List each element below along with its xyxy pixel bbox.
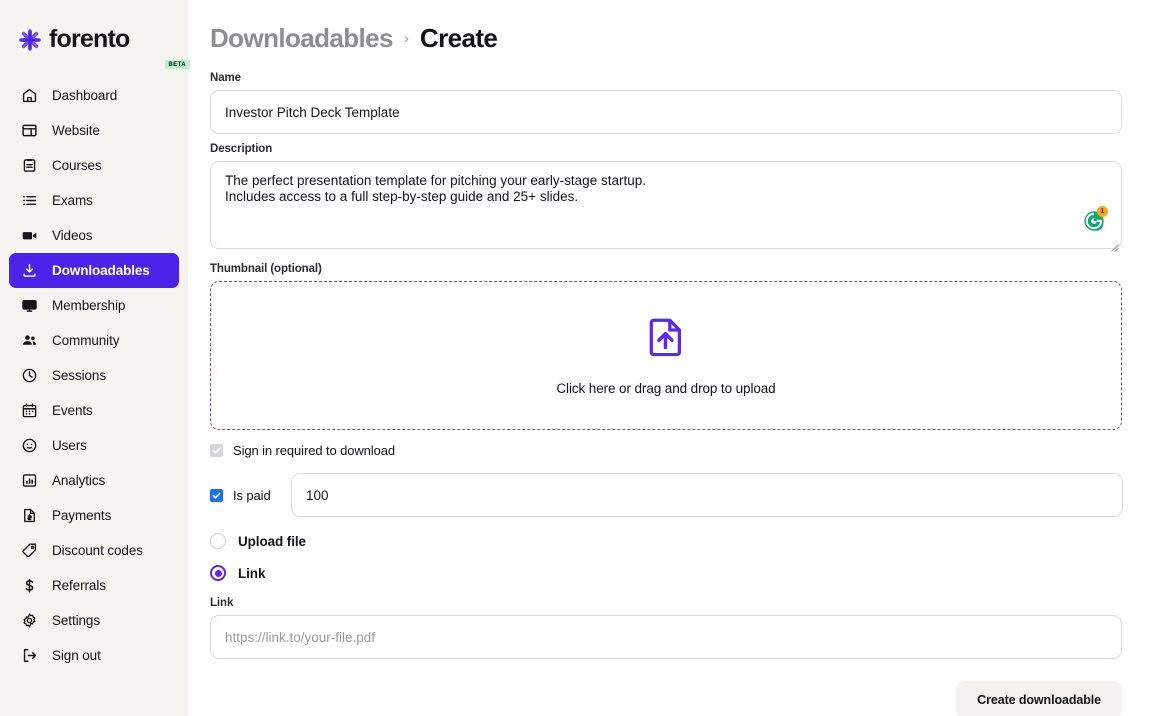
- link-label: Link: [210, 597, 1123, 609]
- sidebar-item-courses[interactable]: Courses: [9, 148, 179, 183]
- brand-logo[interactable]: forento BETA: [0, 0, 188, 60]
- sidebar-item-label: Events: [52, 403, 93, 418]
- sidebar-item-sign-out[interactable]: Sign out: [9, 638, 179, 673]
- sidebar-item-website[interactable]: Website: [9, 113, 179, 148]
- invoice-icon: [20, 506, 39, 525]
- breadcrumb-parent-link[interactable]: Downloadables: [210, 23, 393, 54]
- sidebar-item-users[interactable]: Users: [9, 428, 179, 463]
- brand-name: forento: [49, 27, 130, 52]
- sidebar-item-membership[interactable]: Membership: [9, 288, 179, 323]
- sidebar-item-referrals[interactable]: Referrals: [9, 568, 179, 603]
- link-field-group: Link: [210, 597, 1123, 659]
- description-field-group: Description 1: [210, 143, 1123, 254]
- sidebar-item-label: Payments: [52, 508, 111, 523]
- card-icon: [20, 296, 39, 315]
- sidebar-item-dashboard[interactable]: Dashboard: [9, 78, 179, 113]
- sidebar-item-label: Sessions: [52, 368, 106, 383]
- sidebar-item-label: Analytics: [52, 473, 105, 488]
- sidebar-item-label: Courses: [52, 158, 102, 173]
- link-input[interactable]: [210, 615, 1122, 659]
- user-face-icon: [20, 436, 39, 455]
- form-actions: Create downloadable: [210, 681, 1122, 716]
- sidebar-item-label: Sign out: [52, 648, 101, 663]
- sidebar-item-events[interactable]: Events: [9, 393, 179, 428]
- dropzone-text: Click here or drag and drop to upload: [556, 381, 775, 396]
- dollar-icon: [20, 576, 39, 595]
- description-wrapper: 1: [210, 161, 1122, 254]
- sidebar-item-label: Membership: [52, 298, 125, 313]
- sign-in-required-checkbox: [210, 444, 223, 457]
- sidebar-item-community[interactable]: Community: [9, 323, 179, 358]
- sidebar-item-label: Website: [52, 123, 100, 138]
- layout-icon: [20, 121, 39, 140]
- radio-upload-file[interactable]: [210, 533, 226, 549]
- sidebar-item-label: Downloadables: [52, 263, 150, 278]
- sidebar-item-label: Community: [52, 333, 119, 348]
- sidebar-item-label: Dashboard: [52, 88, 117, 103]
- thumbnail-label: Thumbnail (optional): [210, 263, 1123, 275]
- home-icon: [20, 86, 39, 105]
- video-camera-icon: [20, 226, 39, 245]
- sidebar: forento BETA Dashboard: [0, 0, 188, 716]
- price-input[interactable]: [291, 473, 1123, 517]
- sidebar-item-label: Referrals: [52, 578, 106, 593]
- app-root: forento BETA Dashboard: [0, 0, 1158, 716]
- bar-chart-icon: [20, 471, 39, 490]
- name-input[interactable]: [210, 90, 1122, 134]
- name-field-group: Name: [210, 72, 1123, 134]
- clock-icon: [20, 366, 39, 385]
- sidebar-item-sessions[interactable]: Sessions: [9, 358, 179, 393]
- beta-badge: BETA: [165, 60, 191, 69]
- create-downloadable-button[interactable]: Create downloadable: [956, 681, 1122, 716]
- sidebar-nav: Dashboard Website: [0, 78, 188, 673]
- is-paid-label: Is paid: [233, 488, 271, 503]
- grammarly-icon[interactable]: 1: [1083, 210, 1105, 232]
- sidebar-item-label: Settings: [52, 613, 100, 628]
- clipboard-icon: [20, 156, 39, 175]
- sidebar-item-exams[interactable]: Exams: [9, 183, 179, 218]
- radio-upload-file-label: Upload file: [238, 534, 306, 549]
- main-content: Downloadables › Create Name Description: [188, 0, 1158, 716]
- sidebar-item-label: Videos: [52, 228, 92, 243]
- sidebar-item-label: Users: [52, 438, 87, 453]
- sidebar-item-settings[interactable]: Settings: [9, 603, 179, 638]
- download-icon: [20, 261, 39, 280]
- chevron-right-icon: ›: [404, 31, 409, 46]
- gear-icon: [20, 611, 39, 630]
- sidebar-item-label: Exams: [52, 193, 93, 208]
- name-label: Name: [210, 72, 1123, 84]
- radio-link-label: Link: [238, 566, 265, 581]
- tag-icon: [20, 541, 39, 560]
- is-paid-control[interactable]: Is paid: [210, 488, 291, 503]
- sidebar-item-videos[interactable]: Videos: [9, 218, 179, 253]
- list-icon: [20, 191, 39, 210]
- sidebar-item-payments[interactable]: Payments: [9, 498, 179, 533]
- sign-in-required-label: Sign in required to download: [233, 443, 395, 458]
- sign-out-icon: [20, 646, 39, 665]
- radio-link[interactable]: [210, 565, 226, 581]
- grammarly-count-badge: 1: [1097, 206, 1108, 217]
- page-title: Create: [420, 23, 497, 54]
- forento-asterisk-icon: [17, 27, 43, 53]
- breadcrumb: Downloadables › Create: [210, 18, 1123, 58]
- description-textarea[interactable]: [210, 161, 1122, 249]
- calendar-icon: [20, 401, 39, 420]
- source-option-upload-file[interactable]: Upload file: [210, 533, 1123, 549]
- sidebar-item-downloadables[interactable]: Downloadables: [9, 253, 179, 288]
- file-upload-icon: [645, 316, 687, 363]
- source-option-link[interactable]: Link: [210, 565, 1123, 581]
- people-icon: [20, 331, 39, 350]
- sidebar-item-label: Discount codes: [52, 543, 143, 558]
- description-label: Description: [210, 143, 1123, 155]
- is-paid-checkbox[interactable]: [210, 489, 223, 502]
- thumbnail-dropzone[interactable]: Click here or drag and drop to upload: [210, 281, 1122, 430]
- sidebar-item-discount-codes[interactable]: Discount codes: [9, 533, 179, 568]
- sign-in-required-row: Sign in required to download: [210, 443, 1123, 458]
- sidebar-item-analytics[interactable]: Analytics: [9, 463, 179, 498]
- is-paid-row: Is paid: [210, 473, 1123, 517]
- thumbnail-field-group: Thumbnail (optional) Click here or drag …: [210, 263, 1123, 430]
